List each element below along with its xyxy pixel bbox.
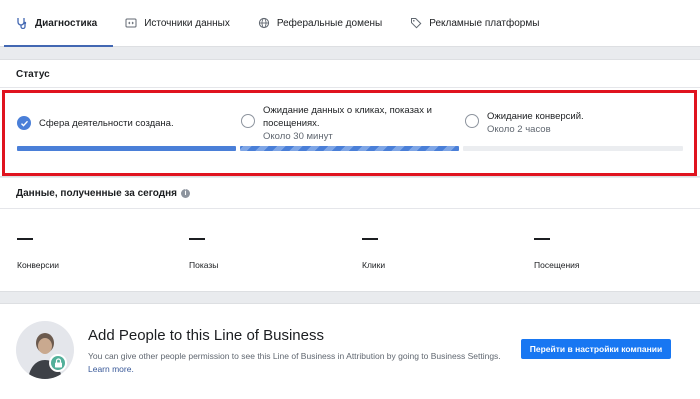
tab-label: Рекламные платформы — [429, 17, 540, 29]
lock-icon — [49, 354, 67, 372]
pending-circle-icon — [465, 114, 479, 128]
status-step-waiting-clicks: Ожидание данных о кликах, показах и посе… — [241, 104, 432, 143]
globe-icon — [258, 17, 270, 29]
metric-value-dash — [534, 238, 550, 240]
metric-label: Показы — [189, 260, 219, 270]
info-icon[interactable]: i — [180, 189, 190, 198]
tab-ad-platforms[interactable]: Рекламные платформы — [398, 0, 555, 46]
metric-value-dash — [189, 238, 205, 240]
step-text-block: Ожидание конверсий. Около 2 часов — [487, 110, 584, 136]
divider — [0, 87, 700, 88]
status-step-waiting-conversions: Ожидание конверсий. Около 2 часов — [465, 110, 584, 136]
step-text-line: посещениях. — [263, 118, 320, 129]
step-subtext: Около 2 часов — [487, 124, 551, 135]
pending-circle-icon — [241, 114, 255, 128]
tag-icon — [410, 17, 422, 29]
tab-label: Реферальные домены — [276, 17, 383, 29]
step-text-block: Ожидание данных о кликах, показах и посе… — [263, 104, 432, 143]
step-text: Ожидание конверсий. — [487, 111, 584, 122]
metric-label: Посещения — [534, 260, 580, 270]
metric-label: Конверсии — [17, 260, 59, 270]
tab-bar: Диагностика Источники данных Реферальные… — [0, 0, 700, 47]
status-title: Статус — [16, 69, 50, 80]
step-text-line: Ожидание данных о кликах, показах и — [263, 105, 432, 116]
progress-fill — [240, 146, 459, 151]
people-description: You can give other people permission to … — [88, 350, 508, 375]
tab-diagnostics[interactable]: Диагностика — [4, 0, 114, 47]
metric-impressions: Показы — [189, 238, 218, 270]
tab-referral-domains[interactable]: Реферальные домены — [246, 0, 398, 46]
metric-value-dash — [362, 238, 378, 240]
check-icon — [17, 116, 31, 130]
metric-visits: Посещения — [534, 238, 579, 270]
progress-bar-step-3 — [463, 146, 683, 151]
metric-conversions: Конверсии — [17, 238, 59, 270]
tab-label: Диагностика — [35, 17, 98, 29]
divider — [0, 208, 700, 209]
step-subtext: Около 30 минут — [263, 131, 333, 142]
today-title: Данные, полученные за сегодня i — [16, 188, 190, 199]
stethoscope-icon — [16, 17, 28, 29]
code-window-icon — [125, 17, 137, 29]
description-text: You can give other people permission to … — [88, 351, 501, 361]
step-text: Сфера деятельности создана. — [39, 118, 174, 129]
status-step-scope-created: Сфера деятельности создана. — [17, 116, 174, 130]
learn-more-link[interactable]: Learn more. — [88, 364, 134, 374]
tab-data-sources[interactable]: Источники данных — [113, 0, 246, 46]
today-title-text: Данные, полученные за сегодня — [16, 188, 177, 199]
progress-fill — [17, 146, 236, 151]
people-title: Add People to this Line of Business — [88, 327, 324, 344]
person-avatar — [16, 321, 74, 379]
progress-bar-step-1 — [17, 146, 236, 151]
go-to-company-settings-button[interactable]: Перейти в настройки компании — [521, 339, 671, 359]
progress-bar-step-2 — [240, 146, 459, 151]
metric-label: Клики — [362, 260, 386, 270]
metric-clicks: Клики — [362, 238, 385, 270]
tab-label: Источники данных — [144, 17, 230, 29]
metric-value-dash — [17, 238, 33, 240]
today-data-card: Данные, полученные за сегодня i Конверси… — [0, 178, 700, 292]
